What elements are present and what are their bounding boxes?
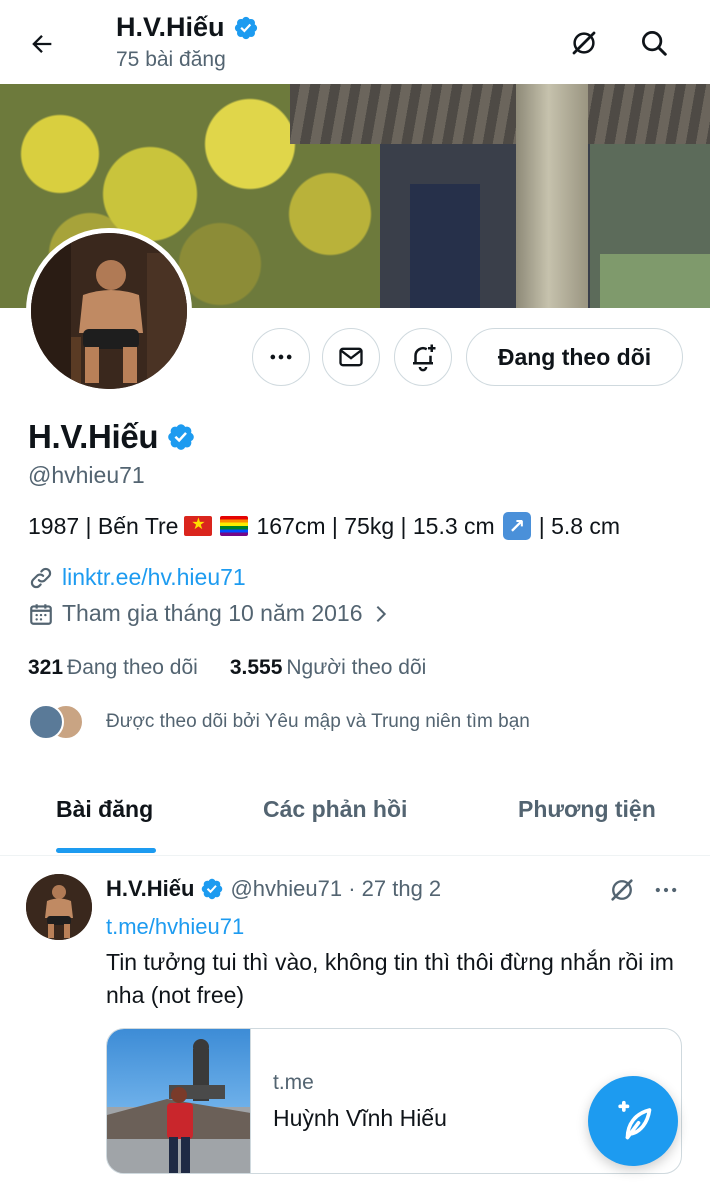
link-card-domain: t.me [273, 1071, 314, 1094]
verified-badge-icon[interactable] [166, 422, 196, 452]
followers-label: Người theo dõi [286, 656, 427, 679]
tab-posts[interactable]: Bài đăng [56, 796, 153, 823]
tab-media[interactable]: Phương tiện [518, 796, 656, 823]
up-right-arrow-icon: ↗ [502, 512, 531, 540]
search-button[interactable] [633, 22, 675, 64]
mutual-avatars [28, 704, 84, 740]
grok-icon [611, 879, 633, 901]
grok-icon [572, 31, 596, 55]
profile-website[interactable]: linktr.ee/hv.hieu71 [28, 564, 246, 591]
rainbow-flag-icon [220, 516, 249, 536]
profile-stats: 321 Đang theo dõi 3.555 Người theo dõi [28, 656, 426, 680]
joined-date: Tham gia tháng 10 năm 2016 [62, 600, 363, 626]
banner-door [410, 184, 480, 308]
followers-stat[interactable]: 3.555 Người theo dõi [230, 656, 426, 680]
banner-tree-trunk [516, 84, 588, 308]
bio-text-2: 167cm | 75kg | 15.3 cm [256, 512, 495, 539]
following-button[interactable]: Đang theo dõi [466, 328, 683, 386]
banner-roof [290, 84, 710, 144]
verified-badge-icon [234, 16, 257, 39]
tab-replies[interactable]: Các phản hồi [263, 796, 407, 823]
banner-bush [600, 254, 710, 308]
verified-badge-icon [202, 878, 223, 900]
post-author-name[interactable]: H.V.Hiếu [106, 876, 194, 902]
more-options-button[interactable] [252, 328, 310, 386]
bio-text-3: | 5.8 cm [538, 512, 621, 539]
post-grok-button[interactable] [608, 876, 636, 909]
active-tab-indicator [56, 848, 156, 853]
following-label: Đang theo dõi [67, 656, 198, 679]
mutual-avatar [28, 704, 64, 740]
link-card-title: Huỳnh Vĩnh Hiếu [273, 1105, 447, 1131]
post-link[interactable]: t.me/hvhieu71 [106, 914, 244, 940]
more-icon [655, 887, 677, 893]
profile-name-row: H.V.Hiếu [28, 418, 196, 456]
post-header: H.V.Hiếu @hvhieu71 · 27 thg 2 [106, 876, 441, 902]
post-text: Tin tưởng tui thì vào, không tin thì thô… [106, 949, 674, 1008]
following-count: 321 [28, 656, 64, 679]
profile-joined[interactable]: Tham gia tháng 10 năm 2016 [28, 600, 392, 627]
profile-tabs: Bài đăng Các phản hồi Phương tiện [0, 776, 710, 856]
compose-icon [618, 1100, 652, 1140]
calendar-icon [30, 603, 52, 625]
mail-icon [339, 347, 363, 367]
profile-avatar[interactable] [26, 228, 192, 394]
message-button[interactable] [322, 328, 380, 386]
link-icon [30, 567, 52, 588]
post-avatar[interactable] [26, 874, 92, 940]
chevron-right-icon [377, 605, 387, 622]
avatar-photo [31, 233, 187, 389]
vietnam-flag-icon [184, 514, 213, 536]
compose-button[interactable] [588, 1076, 678, 1166]
followers-count: 3.555 [229, 656, 283, 679]
bio-text-1: 1987 | Bến Tre [28, 512, 179, 539]
back-button[interactable] [22, 24, 62, 64]
header-name: H.V.Hiếu [116, 12, 225, 42]
followed-by-row[interactable]: Được theo dõi bởi Yêu mập và Trung niên … [28, 704, 530, 740]
more-icon [270, 354, 292, 360]
header-title: H.V.Hiếu [116, 12, 259, 43]
post-handle-date: @hvhieu71 · 27 thg 2 [230, 876, 442, 901]
notifications-button[interactable] [394, 328, 452, 386]
link-card-image [107, 1029, 251, 1173]
profile-handle: @hvhieu71 [28, 462, 145, 488]
search-icon [642, 31, 667, 56]
post-avatar-photo [26, 874, 92, 940]
profile-name: H.V.Hiếu [28, 418, 159, 455]
notification-add-icon [413, 344, 436, 372]
grok-button[interactable] [563, 22, 605, 64]
following-stat[interactable]: 321 Đang theo dõi [28, 656, 198, 680]
back-arrow-icon [32, 35, 52, 53]
top-bar: H.V.Hiếu 75 bài đăng [0, 0, 710, 84]
header-post-count: 75 bài đăng [116, 48, 226, 71]
followed-by-text: Được theo dõi bởi Yêu mập và Trung niên … [106, 711, 530, 732]
website-link[interactable]: linktr.ee/hv.hieu71 [62, 564, 246, 591]
post-more-button[interactable] [652, 876, 680, 909]
profile-bio: 1987 | Bến Tre 167cm | 75kg | 15.3 cm ↗ … [28, 512, 620, 540]
